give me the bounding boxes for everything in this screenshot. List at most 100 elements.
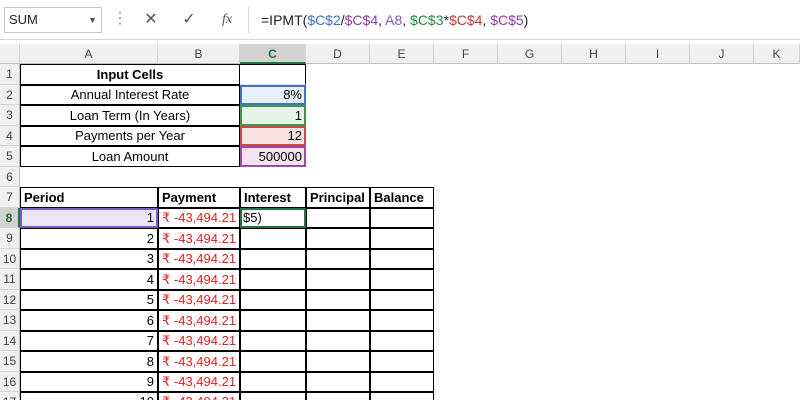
row-header-5[interactable]: 5: [0, 146, 20, 167]
payment-cell[interactable]: ₹ -43,494.21: [158, 372, 240, 392]
principal-cell[interactable]: [306, 392, 370, 400]
enter-button[interactable]: ✓: [178, 9, 200, 31]
column-header-j[interactable]: J: [690, 44, 754, 64]
period-cell[interactable]: 9: [20, 372, 158, 392]
column-header-k[interactable]: K: [754, 44, 800, 64]
column-header-b[interactable]: B: [158, 44, 240, 64]
input-label-loan-term[interactable]: Loan Term (In Years): [20, 105, 240, 126]
table-header-interest[interactable]: Interest: [240, 187, 306, 208]
row-header-12[interactable]: 12: [0, 290, 20, 310]
interest-cell[interactable]: [240, 228, 306, 249]
table-header-payment[interactable]: Payment: [158, 187, 240, 208]
balance-cell[interactable]: [370, 351, 434, 372]
input-value-payments-per-year[interactable]: 12: [240, 126, 306, 146]
period-cell[interactable]: 6: [20, 310, 158, 331]
balance-cell[interactable]: [370, 208, 434, 228]
principal-cell[interactable]: [306, 372, 370, 392]
row-header-14[interactable]: 14: [0, 331, 20, 351]
formula-input[interactable]: =IPMT($C$2/$C$4, A8, $C$3*$C$4, $C$5): [248, 7, 800, 33]
principal-cell[interactable]: [306, 208, 370, 228]
interest-cell[interactable]: [240, 249, 306, 269]
name-box[interactable]: SUM ▼: [4, 7, 102, 33]
payment-cell[interactable]: ₹ -43,494.21: [158, 310, 240, 331]
principal-cell[interactable]: [306, 310, 370, 331]
table-header-period[interactable]: Period: [20, 187, 158, 208]
balance-cell[interactable]: [370, 310, 434, 331]
balance-cell[interactable]: [370, 372, 434, 392]
table-header-principal[interactable]: Principal: [306, 187, 370, 208]
input-cells-header[interactable]: Input Cells: [20, 64, 240, 85]
insert-function-button[interactable]: fx: [216, 9, 238, 31]
balance-cell[interactable]: [370, 228, 434, 249]
period-cell[interactable]: 2: [20, 228, 158, 249]
interest-cell[interactable]: [240, 351, 306, 372]
payment-cell[interactable]: ₹ -43,494.21: [158, 249, 240, 269]
principal-cell[interactable]: [306, 249, 370, 269]
interest-cell[interactable]: [240, 331, 306, 351]
interest-cell[interactable]: [240, 392, 306, 400]
row-header-10[interactable]: 10: [0, 249, 20, 269]
row-header-15[interactable]: 15: [0, 351, 20, 372]
payment-cell[interactable]: ₹ -43,494.21: [158, 392, 240, 400]
balance-cell[interactable]: [370, 392, 434, 400]
payment-cell[interactable]: ₹ -43,494.21: [158, 208, 240, 228]
balance-cell[interactable]: [370, 290, 434, 310]
balance-cell[interactable]: [370, 269, 434, 290]
payment-cell[interactable]: ₹ -43,494.21: [158, 331, 240, 351]
row-header-1[interactable]: 1: [0, 64, 20, 85]
balance-cell[interactable]: [370, 249, 434, 269]
row-header-7[interactable]: 7: [0, 187, 20, 208]
period-cell[interactable]: 5: [20, 290, 158, 310]
payment-cell[interactable]: ₹ -43,494.21: [158, 290, 240, 310]
principal-cell[interactable]: [306, 351, 370, 372]
period-cell[interactable]: 1: [20, 208, 158, 228]
cancel-button[interactable]: ✕: [140, 9, 162, 31]
payment-cell[interactable]: ₹ -43,494.21: [158, 228, 240, 249]
chevron-down-icon[interactable]: ▼: [88, 8, 97, 32]
row-header-17[interactable]: 17: [0, 392, 20, 400]
row-header-3[interactable]: 3: [0, 105, 20, 126]
row-header-9[interactable]: 9: [0, 228, 20, 249]
input-label-loan-amount[interactable]: Loan Amount: [20, 146, 240, 167]
principal-cell[interactable]: [306, 269, 370, 290]
row-header-2[interactable]: 2: [0, 85, 20, 105]
interest-cell-active[interactable]: $5): [240, 208, 306, 228]
period-cell[interactable]: 7: [20, 331, 158, 351]
input-value-loan-term[interactable]: 1: [240, 105, 306, 126]
row-header-6[interactable]: 6: [0, 167, 20, 187]
principal-cell[interactable]: [306, 228, 370, 249]
interest-cell[interactable]: [240, 372, 306, 392]
more-options-icon[interactable]: ⋮: [112, 10, 128, 28]
period-cell[interactable]: 8: [20, 351, 158, 372]
input-value-loan-amount[interactable]: 500000: [240, 146, 306, 167]
interest-cell[interactable]: [240, 290, 306, 310]
payment-cell[interactable]: ₹ -43,494.21: [158, 269, 240, 290]
balance-cell[interactable]: [370, 331, 434, 351]
column-header-i[interactable]: I: [626, 44, 690, 64]
row-header-11[interactable]: 11: [0, 269, 20, 290]
column-header-g[interactable]: G: [498, 44, 562, 64]
column-header-h[interactable]: H: [562, 44, 626, 64]
column-header-c[interactable]: C: [240, 44, 306, 64]
interest-cell[interactable]: [240, 269, 306, 290]
column-header-d[interactable]: D: [306, 44, 370, 64]
row-header-13[interactable]: 13: [0, 310, 20, 331]
column-header-a[interactable]: A: [20, 44, 158, 64]
input-label-payments-per-year[interactable]: Payments per Year: [20, 126, 240, 146]
input-value-interest-rate[interactable]: 8%: [240, 85, 306, 105]
column-header-f[interactable]: F: [434, 44, 498, 64]
row-header-8[interactable]: 8: [0, 208, 20, 228]
period-cell[interactable]: 10: [20, 392, 158, 400]
column-header-e[interactable]: E: [370, 44, 434, 64]
row-header-4[interactable]: 4: [0, 126, 20, 146]
period-cell[interactable]: 4: [20, 269, 158, 290]
select-all-corner[interactable]: [0, 44, 20, 64]
payment-cell[interactable]: ₹ -43,494.21: [158, 351, 240, 372]
table-header-balance[interactable]: Balance: [370, 187, 434, 208]
principal-cell[interactable]: [306, 331, 370, 351]
cell-c1[interactable]: [240, 64, 306, 85]
principal-cell[interactable]: [306, 290, 370, 310]
row-header-16[interactable]: 16: [0, 372, 20, 392]
input-label-interest-rate[interactable]: Annual Interest Rate: [20, 85, 240, 105]
interest-cell[interactable]: [240, 310, 306, 331]
